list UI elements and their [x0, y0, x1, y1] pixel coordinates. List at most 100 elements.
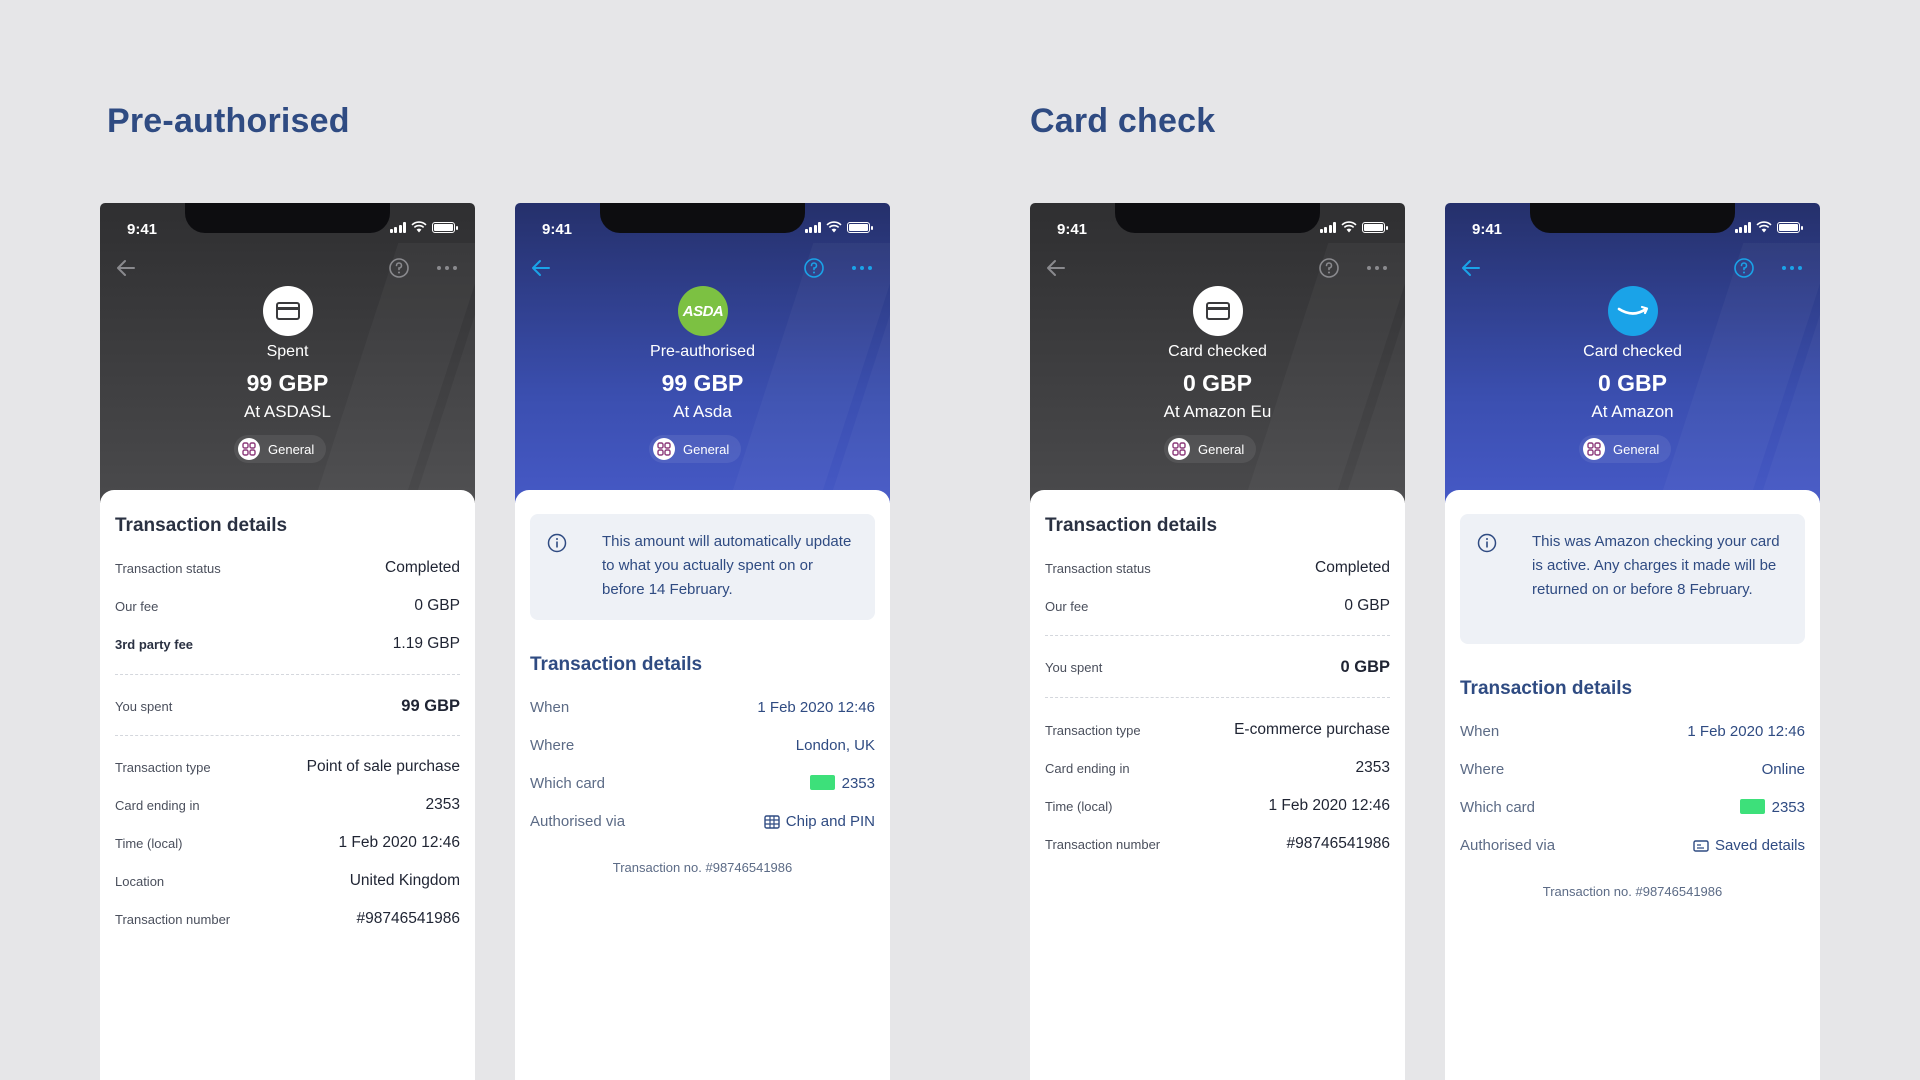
more-options-icon[interactable] [433, 256, 461, 280]
back-arrow-icon[interactable] [1459, 256, 1483, 280]
transaction-number-footer: Transaction no. #98746541986 [612, 860, 793, 875]
details-sheet: Transaction details Transaction status Co… [1030, 490, 1405, 1080]
info-box: This amount will automatically update to… [530, 514, 875, 620]
asda-logo-text: ASDA [682, 302, 724, 320]
detail-value: 1 Feb 2020 12:46 [1687, 723, 1805, 740]
info-box: This was Amazon checking your card is ac… [1460, 514, 1805, 644]
back-arrow-icon[interactable] [114, 256, 138, 280]
detail-label: When [530, 699, 570, 716]
category-pill[interactable]: General [1164, 435, 1257, 463]
detail-label: Where [530, 737, 575, 754]
detail-row: When 1 Feb 2020 12:46 [1460, 723, 1805, 740]
card-number: 2353 [841, 775, 875, 792]
category-pill[interactable]: General [234, 435, 327, 463]
detail-row: Transaction number #98746541986 [1045, 835, 1390, 853]
transaction-header: 9:41 ASDA Pre-authorised 99 GBP At Asda … [515, 203, 890, 503]
section-title-card-check: Card check [1030, 102, 1216, 140]
card-number: 2353 [1771, 799, 1805, 816]
help-icon[interactable] [802, 256, 826, 280]
detail-value: 2353 [1739, 799, 1805, 816]
transaction-amount: 0 GBP [1597, 370, 1668, 396]
details-title: Transaction details [1045, 515, 1218, 536]
detail-value: #98746541986 [356, 910, 460, 927]
back-arrow-icon[interactable] [529, 256, 553, 280]
wifi-icon [1341, 221, 1357, 233]
transaction-status-label: Card checked [1583, 343, 1682, 360]
phone-screen-card-checked-dark: 9:41 Card checked 0 GBP At Amazon Eu Gen… [1030, 203, 1405, 1080]
signal-icon [1319, 221, 1336, 233]
details-sheet: Transaction details Transaction status Co… [100, 490, 475, 1080]
detail-label: Transaction type [115, 759, 211, 775]
detail-label: Transaction status [1045, 560, 1151, 576]
device-notch [1530, 203, 1735, 233]
detail-row: 3rd party fee 1.19 GBP [115, 635, 460, 653]
detail-label: Which card [1460, 799, 1536, 816]
battery-icon [847, 221, 873, 233]
detail-value: 0 GBP [1344, 597, 1390, 614]
status-icons [389, 221, 458, 233]
device-notch [600, 203, 805, 233]
status-icons [1319, 221, 1388, 233]
wifi-icon [1756, 221, 1772, 233]
category-pill[interactable]: General [1579, 435, 1672, 463]
more-options-icon[interactable] [848, 256, 876, 280]
detail-value: Completed [385, 559, 460, 576]
detail-label: Authorised via [530, 813, 626, 830]
detail-row: Authorised via Saved details [1460, 837, 1805, 854]
divider [115, 735, 460, 736]
transaction-status-label: Spent [266, 343, 309, 360]
saved-details-icon [1693, 840, 1709, 852]
detail-label: Our fee [115, 598, 159, 614]
more-options-icon[interactable] [1778, 256, 1806, 280]
detail-row: Our fee 0 GBP [1045, 597, 1390, 615]
details-title: Transaction details [1460, 678, 1633, 699]
details-title: Transaction details [115, 515, 288, 536]
grid-icon [238, 438, 260, 460]
detail-label: Our fee [1045, 598, 1089, 614]
detail-label: When [1460, 723, 1500, 740]
status-icons [804, 221, 873, 233]
transaction-amount: 99 GBP [661, 370, 744, 396]
device-notch [1115, 203, 1320, 233]
category-label: General [268, 441, 315, 457]
battery-icon [1777, 221, 1803, 233]
status-icons [1734, 221, 1803, 233]
more-options-icon[interactable] [1363, 256, 1391, 280]
info-circle-icon [1477, 533, 1497, 553]
signal-icon [389, 221, 406, 233]
detail-label: You spent [1045, 660, 1103, 675]
detail-value: United Kingdom [349, 872, 460, 889]
details-sheet: This amount will automatically update to… [515, 490, 890, 1080]
details-title: Transaction details [530, 654, 703, 675]
grid-icon [1583, 438, 1605, 460]
phone-screen-pre-authorised: 9:41 ASDA Pre-authorised 99 GBP At Asda … [515, 203, 890, 1080]
detail-label: Transaction type [1045, 722, 1141, 738]
category-pill[interactable]: General [649, 435, 742, 463]
help-icon[interactable] [1732, 256, 1756, 280]
amazon-logo [1608, 286, 1658, 336]
status-time: 9:41 [542, 221, 573, 238]
back-arrow-icon[interactable] [1044, 256, 1068, 280]
transaction-number-footer: Transaction no. #98746541986 [1542, 884, 1723, 899]
detail-value: Online [1761, 761, 1805, 778]
battery-icon [1362, 221, 1388, 233]
asda-logo: ASDA [678, 286, 728, 336]
detail-label: 3rd party fee [115, 636, 194, 652]
merchant-name: At Amazon [1591, 402, 1674, 421]
detail-label: Authorised via [1460, 837, 1556, 854]
detail-value: 2353 [425, 796, 460, 813]
help-icon[interactable] [387, 256, 411, 280]
detail-row: Card ending in 2353 [1045, 759, 1390, 777]
credit-card-icon [1206, 302, 1230, 320]
detail-row: Which card 2353 [530, 775, 875, 792]
detail-row: You spent 0 GBP [1045, 658, 1390, 677]
detail-label: Location [115, 873, 165, 889]
help-icon[interactable] [1317, 256, 1341, 280]
info-text: This was Amazon checking your card is ac… [1532, 533, 1780, 598]
detail-value: 1 Feb 2020 12:46 [1268, 797, 1390, 814]
battery-icon [432, 221, 458, 233]
signal-icon [1734, 221, 1751, 233]
info-circle-icon [547, 533, 567, 553]
detail-row: Time (local) 1 Feb 2020 12:46 [115, 834, 460, 852]
divider [1045, 635, 1390, 636]
